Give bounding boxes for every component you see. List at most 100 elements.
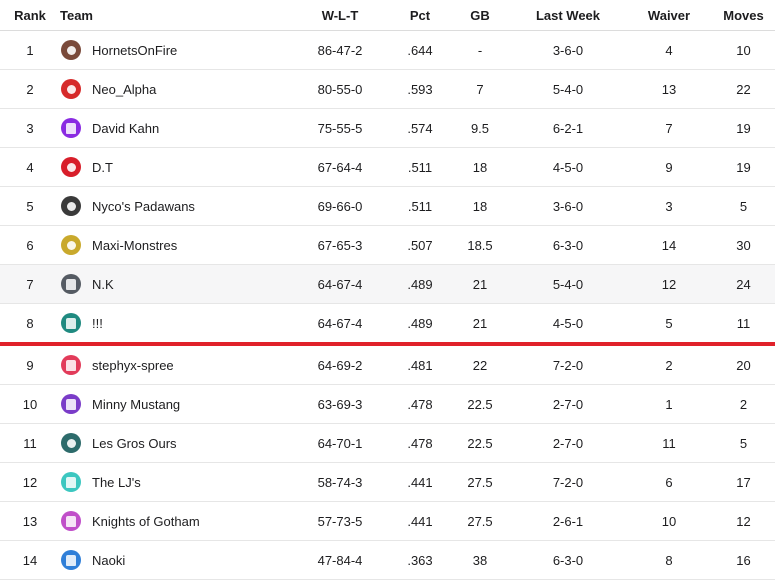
wlt-cell: 80-55-0: [290, 69, 390, 109]
header-row: Rank Team W-L-T Pct GB Last Week Waiver …: [0, 0, 775, 31]
pct-cell: .481: [390, 344, 450, 385]
team-name[interactable]: Nyco's Padawans: [92, 199, 195, 214]
gb-cell: 22.5: [450, 423, 510, 463]
gb-cell: 18.5: [450, 225, 510, 265]
team-name[interactable]: N.K: [92, 277, 114, 292]
team-name[interactable]: Neo_Alpha: [92, 82, 156, 97]
jersey-icon: [61, 394, 81, 414]
rank-cell: 14: [0, 540, 60, 580]
waiver-cell: 1: [626, 384, 712, 424]
team-name[interactable]: David Kahn: [92, 121, 159, 136]
gb-cell: -: [450, 30, 510, 70]
jersey-icon: [61, 118, 81, 138]
standings-table: Rank Team W-L-T Pct GB Last Week Waiver …: [0, 0, 775, 580]
team-link[interactable]: The LJ's: [60, 472, 290, 492]
last-week-cell: 5-4-0: [510, 264, 626, 304]
gb-cell: 21: [450, 264, 510, 304]
logo-glyph: [66, 554, 76, 566]
table-row: 7 N.K 64-67-4.489 21 5-4-0 12 24: [0, 264, 775, 304]
team-link[interactable]: !!!: [60, 313, 290, 333]
moves-cell: 19: [712, 147, 775, 187]
last-week-cell: 7-2-0: [510, 462, 626, 502]
jersey-icon: [61, 550, 81, 570]
team-link[interactable]: N.K: [60, 274, 290, 294]
col-header-rank[interactable]: Rank: [0, 0, 60, 31]
team-name[interactable]: The LJ's: [92, 475, 141, 490]
logo-glyph: [66, 240, 76, 250]
last-week-cell: 6-3-0: [510, 225, 626, 265]
table-row: 13 Knights of Gotham 57-73-5.441 27.5 2-6-1 1…: [0, 501, 775, 541]
gb-cell: 22: [450, 344, 510, 385]
team-name[interactable]: Maxi-Monstres: [92, 238, 177, 253]
team-link[interactable]: Nyco's Padawans: [60, 196, 290, 216]
team-cell: Maxi-Monstres: [60, 225, 290, 265]
jersey-icon: [61, 274, 81, 294]
padawan-logo-icon: [61, 196, 81, 216]
gb-cell: 7: [450, 69, 510, 109]
rank-cell: 2: [0, 69, 60, 109]
col-header-gb[interactable]: GB: [450, 0, 510, 31]
waiver-cell: 10: [626, 501, 712, 541]
moves-cell: 12: [712, 501, 775, 541]
table-row: 5 Nyco's Padawans 69-66-0.511 18 3-6-0 3 5: [0, 186, 775, 226]
moves-cell: 20: [712, 344, 775, 385]
last-week-cell: 3-6-0: [510, 30, 626, 70]
team-link[interactable]: Minny Mustang: [60, 394, 290, 414]
team-link[interactable]: Naoki: [60, 550, 290, 570]
pct-cell: .441: [390, 462, 450, 502]
team-cell: The LJ's: [60, 462, 290, 502]
col-header-moves[interactable]: Moves: [712, 0, 775, 31]
gb-cell: 27.5: [450, 462, 510, 502]
team-name[interactable]: Naoki: [92, 553, 125, 568]
col-header-team[interactable]: Team: [60, 0, 290, 31]
gb-cell: 21: [450, 303, 510, 346]
team-cell: D.T: [60, 147, 290, 187]
last-week-cell: 7-2-0: [510, 344, 626, 385]
table-row: 1 HornetsOnFire 86-47-2.644-3-6-0 4 10: [0, 30, 775, 70]
team-link[interactable]: Knights of Gotham: [60, 511, 290, 531]
team-name[interactable]: D.T: [92, 160, 113, 175]
rank-cell: 12: [0, 462, 60, 502]
team-link[interactable]: Les Gros Ours: [60, 433, 290, 453]
waiver-cell: 3: [626, 186, 712, 226]
col-header-last-week[interactable]: Last Week: [510, 0, 626, 31]
team-name[interactable]: Les Gros Ours: [92, 436, 177, 451]
wlt-cell: 58-74-3: [290, 462, 390, 502]
waiver-cell: 2: [626, 344, 712, 385]
monster-logo-icon: [61, 235, 81, 255]
wlt-cell: 57-73-5: [290, 501, 390, 541]
col-header-waiver[interactable]: Waiver: [626, 0, 712, 31]
waiver-cell: 5: [626, 303, 712, 346]
logo-glyph: [66, 278, 76, 290]
team-name[interactable]: Knights of Gotham: [92, 514, 200, 529]
col-header-wlt[interactable]: W-L-T: [290, 0, 390, 31]
team-link[interactable]: Neo_Alpha: [60, 79, 290, 99]
team-name[interactable]: !!!: [92, 316, 103, 331]
team-name[interactable]: HornetsOnFire: [92, 43, 177, 58]
team-link[interactable]: D.T: [60, 157, 290, 177]
logo-glyph: [66, 317, 76, 329]
last-week-cell: 4-5-0: [510, 303, 626, 346]
pct-cell: .441: [390, 501, 450, 541]
jersey-icon: [61, 472, 81, 492]
moves-cell: 5: [712, 423, 775, 463]
bear-logo-icon: [61, 433, 81, 453]
last-week-cell: 4-5-0: [510, 147, 626, 187]
standings-body: 1 HornetsOnFire 86-47-2.644-3-6-0 4 10 2 Neo_A…: [0, 30, 775, 580]
team-link[interactable]: HornetsOnFire: [60, 40, 290, 60]
team-link[interactable]: David Kahn: [60, 118, 290, 138]
wlt-cell: 64-69-2: [290, 344, 390, 385]
team-cell: Naoki: [60, 540, 290, 580]
team-link[interactable]: Maxi-Monstres: [60, 235, 290, 255]
col-header-pct[interactable]: Pct: [390, 0, 450, 31]
team-name[interactable]: stephyx-spree: [92, 358, 174, 373]
wlt-cell: 67-64-4: [290, 147, 390, 187]
wlt-cell: 86-47-2: [290, 30, 390, 70]
team-link[interactable]: stephyx-spree: [60, 355, 290, 375]
rank-cell: 13: [0, 501, 60, 541]
pct-cell: .593: [390, 69, 450, 109]
team-name[interactable]: Minny Mustang: [92, 397, 180, 412]
jersey-icon: [61, 511, 81, 531]
pct-cell: .478: [390, 423, 450, 463]
logo-glyph: [66, 398, 76, 410]
